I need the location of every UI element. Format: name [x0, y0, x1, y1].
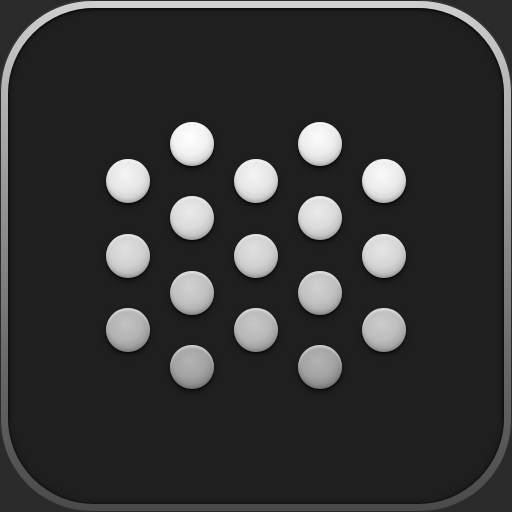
grille-dot-r6-c3	[234, 308, 278, 352]
grille-dot-r4-c3	[234, 234, 278, 278]
grille-dot-r3-c4	[298, 196, 342, 240]
grille-dot-r2-c1	[106, 159, 150, 203]
grille-dot-r6-c1	[106, 308, 150, 352]
grille-dot-r4-c5	[362, 234, 406, 278]
grille-dot-r3-c2	[170, 196, 214, 240]
speaker-grille-icon	[0, 0, 512, 512]
grille-dot-r6-c5	[362, 308, 406, 352]
grille-dot-r5-c4	[298, 271, 342, 315]
grille-dot-r7-c2	[170, 345, 214, 389]
grille-dot-r1-c4	[298, 122, 342, 166]
grille-dot-r7-c4	[298, 345, 342, 389]
grille-dot-r2-c3	[234, 159, 278, 203]
grille-dot-r5-c2	[170, 271, 214, 315]
app-icon-canvas	[0, 0, 512, 512]
grille-dot-r2-c5	[362, 159, 406, 203]
grille-dot-r1-c2	[170, 122, 214, 166]
grille-dot-r4-c1	[106, 234, 150, 278]
